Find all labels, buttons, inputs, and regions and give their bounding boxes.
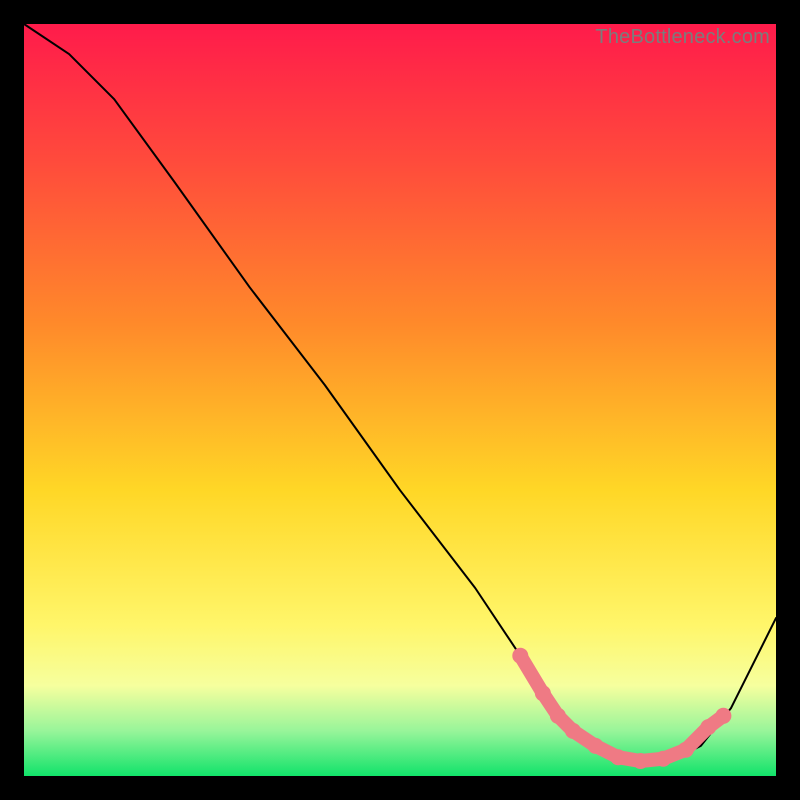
marker-dot xyxy=(610,749,626,765)
marker-dot xyxy=(588,738,604,754)
chart-frame: TheBottleneck.com xyxy=(24,24,776,776)
marker-dot xyxy=(715,708,731,724)
optimal-range-markers xyxy=(512,648,731,769)
marker-dot xyxy=(678,742,694,758)
bottleneck-curve xyxy=(24,24,776,761)
marker-dot xyxy=(512,648,528,664)
marker-dot xyxy=(633,753,649,769)
marker-dot xyxy=(535,685,551,701)
watermark-text: TheBottleneck.com xyxy=(595,26,770,49)
chart-svg xyxy=(24,24,776,776)
marker-dot xyxy=(700,719,716,735)
marker-dot xyxy=(550,708,566,724)
marker-dot xyxy=(655,751,671,767)
marker-dot xyxy=(565,723,581,739)
